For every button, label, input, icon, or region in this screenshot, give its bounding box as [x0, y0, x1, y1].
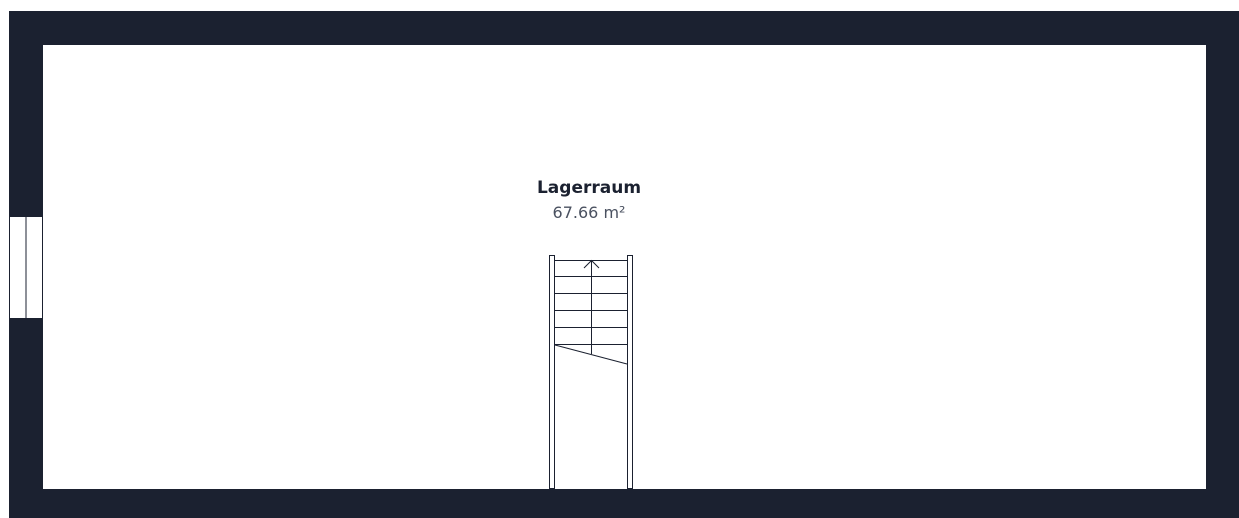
room-name: Lagerraum	[536, 178, 642, 198]
exterior-walls	[9, 11, 1239, 518]
window-left-wall	[9, 216, 43, 319]
room-label: Lagerraum 67.66 m²	[489, 176, 689, 226]
stair-right-rail	[627, 255, 633, 489]
room-area: 67.66 m²	[552, 203, 626, 222]
floor-plan	[9, 11, 1239, 518]
stair-left-rail	[549, 255, 555, 489]
staircase	[549, 255, 633, 489]
